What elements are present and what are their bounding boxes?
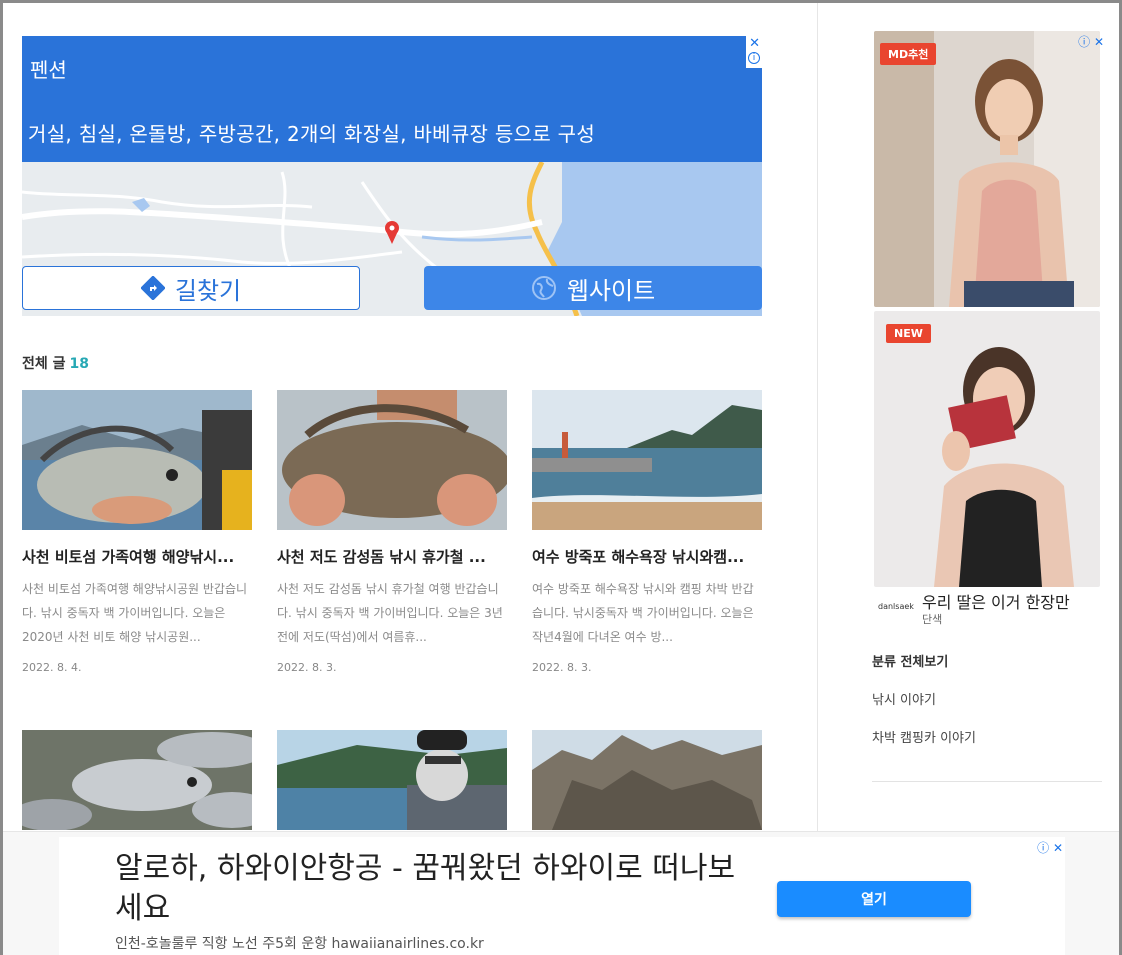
- category-all[interactable]: 분류 전체보기: [872, 651, 976, 670]
- post-thumbnail[interactable]: [532, 390, 762, 530]
- ad-image[interactable]: [874, 311, 1100, 587]
- ad-description: 거실, 침실, 온돌방, 주방공간, 2개의 화장실, 바베큐장 등으로 구성: [28, 122, 596, 146]
- post-summary: 여수 방죽포 해수욕장 낚시와 캠핑 차박 반갑습니다. 낚시중독자 백 가이버…: [532, 582, 754, 644]
- ad-controls[interactable]: ⓘ ✕: [1037, 839, 1063, 856]
- column-divider: [817, 3, 818, 833]
- post-thumbnail[interactable]: [532, 730, 762, 830]
- post-summary: 사천 비토섬 가족여행 해양낚시공원 반갑습니다. 낚시 중독자 백 가이버입니…: [22, 582, 248, 644]
- sidebar-ad[interactable]: MD추천 ⓘ ✕ NEW danlsaek 우리 딸은 이거 한장만 단색: [874, 31, 1104, 626]
- post-thumbnail[interactable]: [277, 730, 507, 830]
- post-thumbnail[interactable]: [277, 390, 507, 530]
- map-ad[interactable]: 펜션 거실, 침실, 온돌방, 주방공간, 2개의 화장실, 바베큐장 등으로 …: [22, 36, 762, 316]
- ad-caption[interactable]: 우리 딸은 이거 한장만: [922, 589, 1070, 613]
- post-card[interactable]: 사천 저도 감성돔 낚시 휴가철 ... 사천 저도 감성돔 낚시 휴가철 여행…: [277, 390, 507, 674]
- post-date: 2022. 8. 3.: [532, 661, 592, 674]
- directions-button[interactable]: 길찾기: [22, 266, 360, 310]
- post-date: 2022. 8. 4.: [22, 661, 82, 674]
- post-thumbnail[interactable]: [22, 390, 252, 530]
- posts-header-label: 전체 글: [22, 356, 66, 372]
- category-item-fishing[interactable]: 낚시 이야기: [872, 689, 976, 708]
- info-icon[interactable]: i: [748, 52, 760, 64]
- divider: [872, 781, 1102, 782]
- posts-count: 18: [69, 356, 89, 372]
- ad-badge: NEW: [886, 324, 931, 343]
- close-icon[interactable]: ✕: [749, 36, 760, 52]
- ad-headline[interactable]: 알로하, 하와이안항공 - 꿈꿔왔던 하와이로 떠나보세요: [115, 849, 755, 929]
- bottom-ad[interactable]: 알로하, 하와이안항공 - 꿈꿔왔던 하와이로 떠나보세요 인천-호놀룰루 직항…: [3, 831, 1119, 955]
- ad-url: 인천-호놀룰루 직항 노선 주5회 운항 hawaiianairlines.co…: [115, 936, 484, 952]
- post-summary: 사천 저도 감성돔 낚시 휴가철 여행 반갑습니다. 낚시 중독자 백 가이버입…: [277, 582, 503, 644]
- post-title[interactable]: 사천 저도 감성돔 낚시 휴가철 ...: [277, 546, 507, 567]
- bottom-ad-body[interactable]: 알로하, 하와이안항공 - 꿈꿔왔던 하와이로 떠나보세요 인천-호놀룰루 직항…: [59, 837, 1065, 955]
- brand-logo: danlsaek: [878, 602, 914, 611]
- directions-icon: [140, 276, 165, 300]
- ad-badge: MD추천: [880, 43, 937, 65]
- posts-header: 전체 글 18: [22, 353, 89, 373]
- post-title[interactable]: 여수 방죽포 해수욕장 낚시와캠...: [532, 546, 762, 567]
- post-date: 2022. 8. 3.: [277, 661, 337, 674]
- category-item-camping[interactable]: 차박 캠핑카 이야기: [872, 727, 976, 746]
- post-title[interactable]: 사천 비토섬 가족여행 해양낚시...: [22, 546, 252, 567]
- website-button[interactable]: 웹사이트: [424, 266, 762, 310]
- open-button[interactable]: 열기: [777, 881, 971, 917]
- post-card[interactable]: 여수 방죽포 해수욕장 낚시와캠... 여수 방죽포 해수욕장 낚시와 캠핑 차…: [532, 390, 762, 674]
- ad-title: 펜션: [30, 58, 67, 82]
- directions-label: 길찾기: [174, 276, 242, 305]
- website-label: 웹사이트: [566, 276, 656, 305]
- ad-controls[interactable]: ⓘ ✕: [1078, 33, 1104, 50]
- post-card[interactable]: 사천 비토섬 가족여행 해양낚시... 사천 비토섬 가족여행 해양낚시공원 반…: [22, 390, 252, 674]
- ad-image[interactable]: [874, 31, 1100, 307]
- ad-advertiser: 단색: [922, 613, 943, 626]
- globe-icon: [531, 276, 556, 300]
- post-thumbnail[interactable]: [22, 730, 252, 830]
- category-list: 분류 전체보기 낚시 이야기 차박 캠핑카 이야기: [872, 651, 976, 746]
